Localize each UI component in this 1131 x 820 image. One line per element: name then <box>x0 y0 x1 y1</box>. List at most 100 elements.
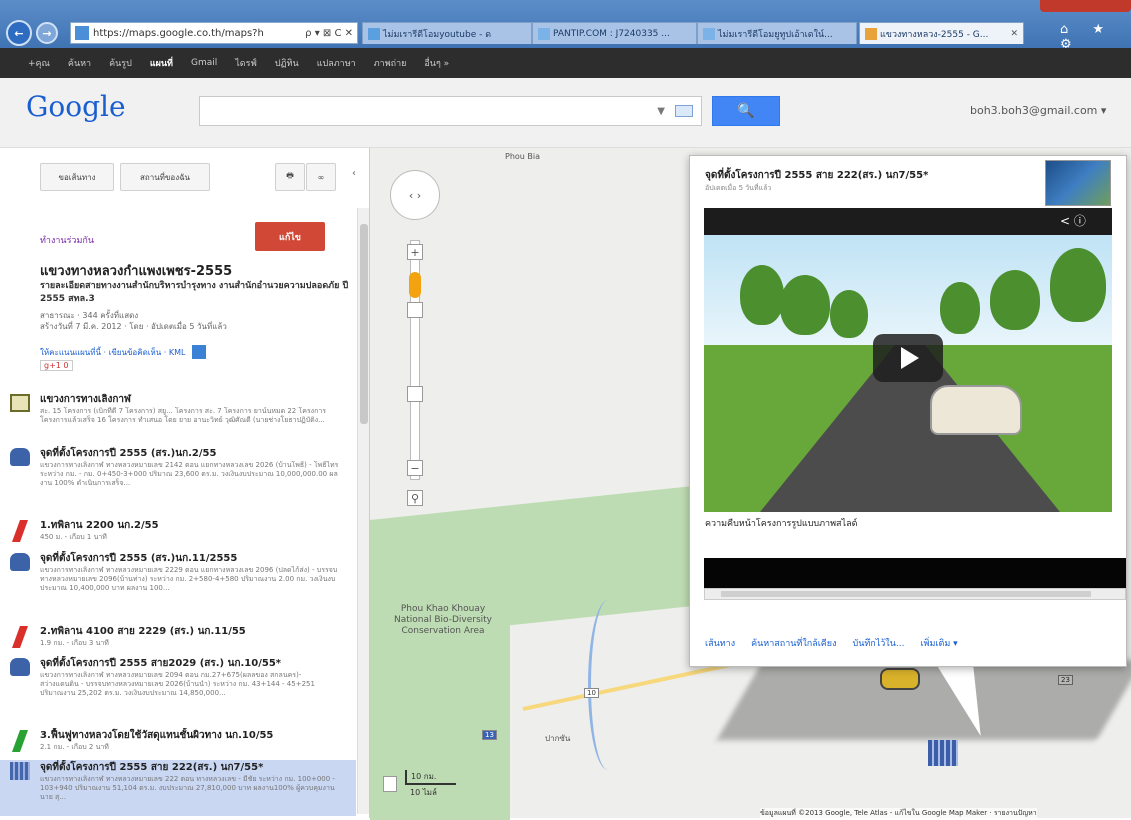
google-logo[interactable]: Google <box>26 90 126 123</box>
list-item-desc: 1.9 กม. - เกือบ 3 นาที <box>40 639 109 647</box>
browser-tab[interactable]: PANTIP.COM : J7240335 ... <box>532 22 697 44</box>
gbar-item-calendar[interactable]: ปฏิทิน <box>275 56 299 70</box>
dropdown-arrow-icon[interactable]: ▼ <box>657 106 665 117</box>
gbar-item-translate[interactable]: แปลภาษา <box>317 56 356 70</box>
list-item-desc: แขวงการทางเลิงกาฬ ทางหลวงหมายเลข 2094 ตอ… <box>40 671 315 697</box>
zoom-slider-handle[interactable] <box>407 386 423 402</box>
scrollbar-thumb[interactable] <box>721 591 1091 597</box>
red-line-icon <box>11 520 29 542</box>
list-item[interactable]: จุดที่ตั้งโครงการปี 2555 (สร.)นก.2/55 แข… <box>0 446 356 500</box>
info-window-shadow <box>716 660 1131 740</box>
edit-button[interactable]: แก้ไข <box>255 222 325 251</box>
tab-close-icon[interactable]: ✕ <box>1007 29 1018 39</box>
gbar-item-more[interactable]: อื่นๆ » <box>424 56 449 70</box>
forward-button[interactable]: → <box>36 22 58 44</box>
list-item[interactable]: 3.ฟื้นฟูทางหลวงโดยใช้วัสดุแทนชั้นผิวทาง … <box>0 728 356 758</box>
kml-icon[interactable] <box>191 345 206 359</box>
list-item-title: จุดที่ตั้งโครงการปี 2555 (สร.)นก.2/55 <box>40 448 217 459</box>
left-panel-scrollbar[interactable] <box>357 208 369 814</box>
video-share-info-icons[interactable]: < ⓘ <box>1060 212 1086 229</box>
horizontal-scrollbar[interactable] <box>704 588 1126 600</box>
map-links-text[interactable]: ให้คะแนนแผนที่นี้ · เขียนข้อคิดเห็น · KM… <box>40 346 186 359</box>
list-item-desc: 450 ม. - เกือบ 1 นาที <box>40 533 107 541</box>
zoom-out-button[interactable]: − <box>407 460 423 476</box>
list-item-title: 1.ทพิลาน 2200 นก.2/55 <box>40 520 159 531</box>
play-button[interactable] <box>873 334 943 382</box>
magnifier-icon[interactable]: ⚲ <box>407 490 423 506</box>
search-nearby-link[interactable]: ค้นหาสถานที่ใกล้เคียง <box>751 636 836 650</box>
forward-arrow-icon: → <box>42 26 52 40</box>
tree <box>940 282 980 334</box>
search-input[interactable]: ▼ <box>199 96 702 126</box>
browser-tab-active[interactable]: แขวงทางหลวง-2555 - G... ✕ <box>859 22 1024 44</box>
collaborate-link[interactable]: ทำงานร่วมกัน <box>40 233 94 247</box>
town-label: ปากซัน <box>545 734 571 743</box>
collapse-panel-icon[interactable]: ‹ <box>352 168 356 179</box>
list-item-desc: แขวงการทางเลิงกาฬ ทางหลวงหมายเลข 2229 ตอ… <box>40 566 338 592</box>
back-button[interactable]: ← <box>6 20 32 46</box>
route-shield: 13 <box>482 730 497 740</box>
map-meta-created: สร้างวันที่ 7 มี.ค. 2012 · โดย · อัปเดตเ… <box>40 322 227 331</box>
save-to-link[interactable]: บันทึกไว้ใน... <box>852 636 904 650</box>
address-controls[interactable]: ρ ▾ ⊠ C ✕ <box>305 28 353 39</box>
directions-link[interactable]: เส้นทาง <box>705 636 735 650</box>
car-marker-icon[interactable] <box>880 668 920 690</box>
more-link[interactable]: เพิ่มเติม ▾ <box>920 636 957 650</box>
gbar-item-search[interactable]: ค้นหา <box>68 56 91 70</box>
directions-button[interactable]: ขอเส้นทาง <box>40 163 114 191</box>
window-close-button[interactable] <box>1040 0 1131 12</box>
print-button[interactable]: 🖶 <box>275 163 305 191</box>
car-icon <box>10 553 30 571</box>
tree <box>780 275 830 335</box>
placemark-cluster-marker[interactable] <box>928 740 958 766</box>
tab-favicon-icon <box>703 27 715 40</box>
gbar-item-photos[interactable]: ภาพถ่าย <box>374 56 407 70</box>
list-item[interactable]: แขวงการทางเลิงกาฬ สะ. 15 โครงการ (เบิกที… <box>0 392 356 446</box>
pegman-icon[interactable] <box>409 272 421 298</box>
browser-tab[interactable]: ไม่มเรารีดีโอมyoutube - ด <box>362 22 532 44</box>
car-icon <box>10 448 30 466</box>
browser-tab[interactable]: ไม่มเรารีดีโอมยูทูปเอ้าเดใน์... <box>697 22 857 44</box>
layers-button[interactable] <box>383 776 397 792</box>
address-bar[interactable]: https://maps.google.co.th/maps?h ρ ▾ ⊠ C… <box>70 22 358 44</box>
tab-label: PANTIP.COM : J7240335 ... <box>553 28 670 39</box>
user-account[interactable]: boh3.boh3@gmail.com ▾ <box>970 104 1106 117</box>
media-strip <box>704 558 1126 588</box>
gbar-item-maps[interactable]: แผนที่ <box>150 56 173 70</box>
keyboard-icon[interactable] <box>675 105 693 117</box>
scale-bar-km: 10 กม. <box>405 770 457 785</box>
info-window-title: จุดที่ตั้งโครงการปี 2555 สาย 222(สร.) นก… <box>705 170 929 181</box>
link-button[interactable]: ∞ <box>306 163 336 191</box>
gbar-item-plus[interactable]: +คุณ <box>28 56 50 70</box>
list-item-title: จุดที่ตั้งโครงการปี 2555 สาย2029 (สร.) น… <box>40 658 282 669</box>
earth-thumbnail[interactable] <box>1045 160 1111 206</box>
play-icon <box>901 347 919 369</box>
park-label: Phou Khao Khouay National Bio-Diversity … <box>394 604 492 636</box>
video-car <box>930 385 1022 435</box>
map-meta-views: สาธารณะ · 344 ครั้งที่แสดง <box>40 311 139 320</box>
list-item[interactable]: จุดที่ตั้งโครงการปี 2555 (สร.)นก.11/2555… <box>0 551 356 617</box>
list-item[interactable]: 1.ทพิลาน 2200 นก.2/55 450 ม. - เกือบ 1 น… <box>0 518 356 548</box>
map-copyright[interactable]: ข้อมูลแผนที่ ©2013 Google, Tele Atlas - … <box>760 808 1037 819</box>
list-item-selected[interactable]: จุดที่ตั้งโครงการปี 2555 สาย 222(สร.) นก… <box>0 760 356 816</box>
link-icon: ∞ <box>317 172 325 182</box>
search-icon: 🔍 <box>737 103 755 119</box>
list-item[interactable]: 2.ทพิลาน 4100 สาย 2229 (สร.) นก.11/55 1.… <box>0 624 356 654</box>
pan-control[interactable]: ‹ › <box>390 170 440 220</box>
map-links[interactable]: ให้คะแนนแผนที่นี้ · เขียนข้อคิดเห็น · KM… <box>40 345 206 359</box>
zoom-in-button[interactable]: + <box>407 244 423 260</box>
search-button[interactable]: 🔍 <box>712 96 780 126</box>
place-label: Phou Bia <box>505 152 541 161</box>
house-icon <box>10 394 30 412</box>
gbar-item-gmail[interactable]: Gmail <box>191 58 217 68</box>
info-window-actions: เส้นทาง ค้นหาสถานที่ใกล้เคียง บันทึกไว้ใ… <box>705 636 974 650</box>
tab-label: แขวงทางหลวง-2555 - G... <box>880 29 989 40</box>
scrollbar-thumb[interactable] <box>360 224 368 424</box>
gbar-item-drive[interactable]: ไดรฟ์ <box>235 56 257 70</box>
pan-arrows-icon: ‹ › <box>408 188 422 202</box>
gbar-item-images[interactable]: ค้นรูป <box>109 56 132 70</box>
zoom-step-button[interactable] <box>407 302 423 318</box>
list-item[interactable]: จุดที่ตั้งโครงการปี 2555 สาย2029 (สร.) น… <box>0 656 356 726</box>
gplus-button[interactable]: g+1 0 <box>40 360 73 371</box>
my-places-button[interactable]: สถานที่ของฉัน <box>120 163 210 191</box>
